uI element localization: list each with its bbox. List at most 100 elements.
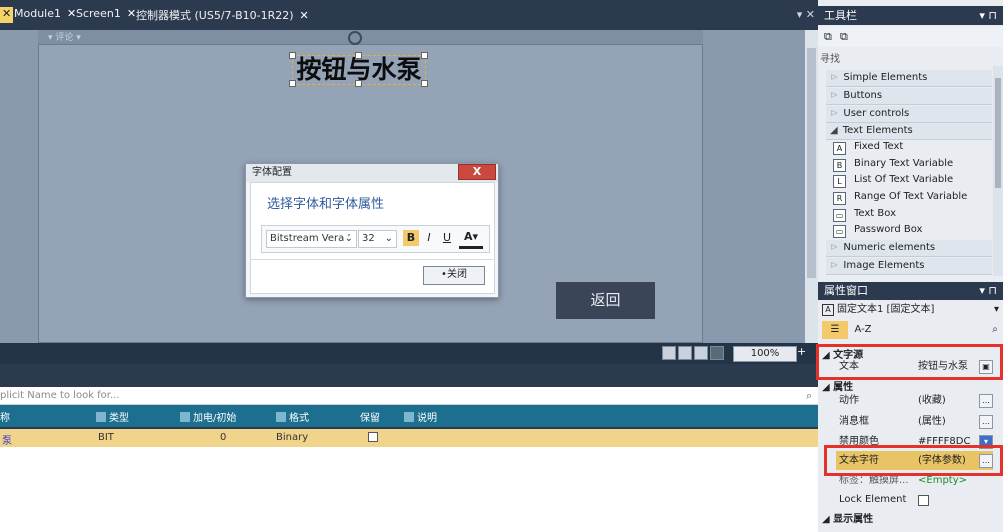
tool-range-of-text-variable[interactable]: R Range Of Text Variable (833, 191, 967, 205)
underline-button[interactable]: U (439, 230, 455, 246)
resize-handle[interactable] (421, 52, 428, 59)
cell-type[interactable]: BIT (98, 432, 114, 443)
tool-text-box[interactable]: ▭ Text Box (833, 208, 896, 222)
column-retain[interactable]: 保留 (360, 409, 380, 424)
zoom-level[interactable]: 100% (733, 346, 797, 362)
resize-handle[interactable] (355, 52, 362, 59)
pin-icon[interactable]: ▾ ⊓ (973, 6, 997, 25)
search-icon[interactable]: ⌕ (988, 321, 1002, 339)
copy-icon[interactable]: ⧉ (824, 30, 832, 44)
tab-controller-mode[interactable]: 控制器模式 (US5/7-B10-1R22) ✕ (136, 7, 309, 23)
tool-fixed-text[interactable]: A Fixed Text (833, 141, 903, 155)
tag-table-header: 称 类型 加电/初始 格式 保留 说明 (0, 405, 818, 427)
paste-icon[interactable]: ⧉ (840, 30, 848, 44)
section-display-attributes[interactable]: ◢ 显示属性 (822, 510, 873, 525)
resize-handle[interactable] (289, 52, 296, 59)
column-description[interactable]: 说明 (404, 409, 437, 424)
comment-ruler: ▾ 评论 ▾ (38, 30, 703, 44)
category-numeric-elements[interactable]: ⊳ Numeric elements (826, 240, 992, 257)
property-action[interactable]: 动作 (收藏)… (836, 391, 993, 410)
tool-list-of-text-variable[interactable]: L List Of Text Variable (833, 174, 953, 188)
divider (251, 259, 494, 260)
close-icon[interactable]: ✕ (67, 7, 76, 20)
toolbox-search-input[interactable]: 寻找 (820, 50, 1003, 66)
pin-icon: ⊳ (830, 242, 839, 253)
cell-name[interactable]: 泵 (2, 432, 12, 447)
chevron-down-icon: ▾ (993, 304, 999, 315)
tab-screen1[interactable]: Screen1 ✕ (76, 7, 136, 23)
zoom-in-icon[interactable]: + (797, 345, 806, 358)
category-image-elements[interactable]: ⊳ Image Elements (826, 258, 992, 275)
pin-icon: ⊳ (830, 72, 839, 83)
column-init[interactable]: 加电/初始 (180, 409, 236, 424)
font-color-button[interactable]: A▾ (459, 230, 483, 249)
chevron-down-icon: ⌄ (384, 233, 393, 244)
category-simple-elements[interactable]: ⊳ Simple Elements (826, 70, 992, 87)
resize-handle[interactable] (289, 80, 296, 87)
rotate-handle-icon[interactable] (348, 31, 362, 45)
dialog-close-button[interactable]: X (458, 164, 496, 180)
pan-icon[interactable] (694, 346, 708, 360)
scrollbar-thumb[interactable] (995, 78, 1001, 188)
fit-view-icon[interactable] (662, 346, 676, 360)
zoom-icon[interactable] (678, 346, 692, 360)
column-type[interactable]: 类型 (96, 409, 129, 424)
toolbox-header: 工具栏 ▾ ⊓ (818, 6, 1003, 25)
column-name[interactable]: 称 (0, 409, 10, 424)
column-icon (276, 412, 286, 422)
properties-object-selector[interactable]: A 固定文本1 [固定文本] ▾ (822, 302, 1003, 318)
retain-checkbox[interactable] (368, 432, 378, 442)
cell-init[interactable]: 0 (220, 432, 226, 443)
column-format[interactable]: 格式 (276, 409, 309, 424)
search-icon[interactable]: ⌕ (806, 389, 812, 403)
highlight-text-property (816, 344, 1003, 380)
font-config-dialog: 字体配置 X 选择字体和字体属性 Bitstream Vera ’ ⌄ 32 ⌄ B… (245, 163, 499, 298)
sort-az-button[interactable]: A-Z (850, 321, 876, 339)
font-toolbar: Bitstream Vera ’ ⌄ 32 ⌄ B I U A▾ (261, 225, 490, 253)
close-icon[interactable]: ✕ (127, 7, 136, 20)
fixed-text-icon: A (822, 304, 834, 316)
pin-icon[interactable]: ▾ ⊓ (973, 282, 997, 300)
pin-icon: ⊳ (830, 108, 839, 119)
back-button[interactable]: 返回 (556, 282, 655, 319)
close-icon[interactable]: ✕ (300, 9, 309, 22)
font-family-select[interactable]: Bitstream Vera ’ ⌄ (266, 230, 357, 248)
pin-icon: ⊳ (830, 90, 839, 101)
cell-format[interactable]: Binary (276, 432, 308, 443)
table-row[interactable]: 泵 BIT 0 Binary (0, 429, 818, 447)
resize-handle[interactable] (355, 80, 362, 87)
column-icon (96, 412, 106, 422)
resize-handle[interactable] (421, 80, 428, 87)
font-size-select[interactable]: 32 ⌄ (358, 230, 397, 248)
tag-search-input[interactable]: plicit Name to look for... (0, 387, 818, 405)
password-box-icon: ▭ (833, 225, 846, 238)
close-active-tab-icon[interactable]: ✕ (0, 7, 14, 23)
text-box-icon: ▭ (833, 209, 846, 222)
category-user-controls[interactable]: ⊳ User controls (826, 106, 992, 123)
binary-text-icon: B (833, 159, 846, 172)
italic-button[interactable]: I (421, 230, 437, 246)
range-text-icon: R (833, 192, 846, 205)
document-tab-bar: ✕ Module1 ✕ Screen1 ✕ 控制器模式 (US5/7-B10-1R2… (0, 0, 818, 30)
tool-binary-text-variable[interactable]: B Binary Text Variable (833, 158, 953, 172)
tab-controls[interactable]: ▾ ✕ (797, 8, 815, 21)
column-icon (404, 412, 414, 422)
ellipsis-icon[interactable]: … (979, 415, 993, 429)
bold-button[interactable]: B (403, 230, 419, 246)
category-buttons[interactable]: ⊳ Buttons (826, 88, 992, 105)
close-button[interactable]: •关闭 (423, 266, 485, 285)
lock-element-checkbox[interactable] (918, 495, 929, 506)
ellipsis-icon[interactable]: … (979, 394, 993, 408)
categorized-sort-icon[interactable]: ☰ (822, 321, 848, 339)
chevron-down-icon: ⌄ (344, 233, 353, 244)
tool-password-box[interactable]: ▭ Password Box (833, 224, 922, 238)
category-text-elements[interactable]: ◢ Text Elements (826, 123, 992, 140)
tab-module1[interactable]: Module1 ✕ (14, 7, 76, 23)
column-icon (180, 412, 190, 422)
property-lock-element[interactable]: Lock Element (836, 490, 993, 509)
scrollbar-thumb[interactable] (807, 48, 816, 278)
table-empty-area (0, 447, 818, 532)
property-message-box[interactable]: 消息框 (属性)… (836, 412, 993, 431)
fixed-text-icon: A (833, 142, 846, 155)
grid-icon[interactable] (710, 346, 724, 360)
